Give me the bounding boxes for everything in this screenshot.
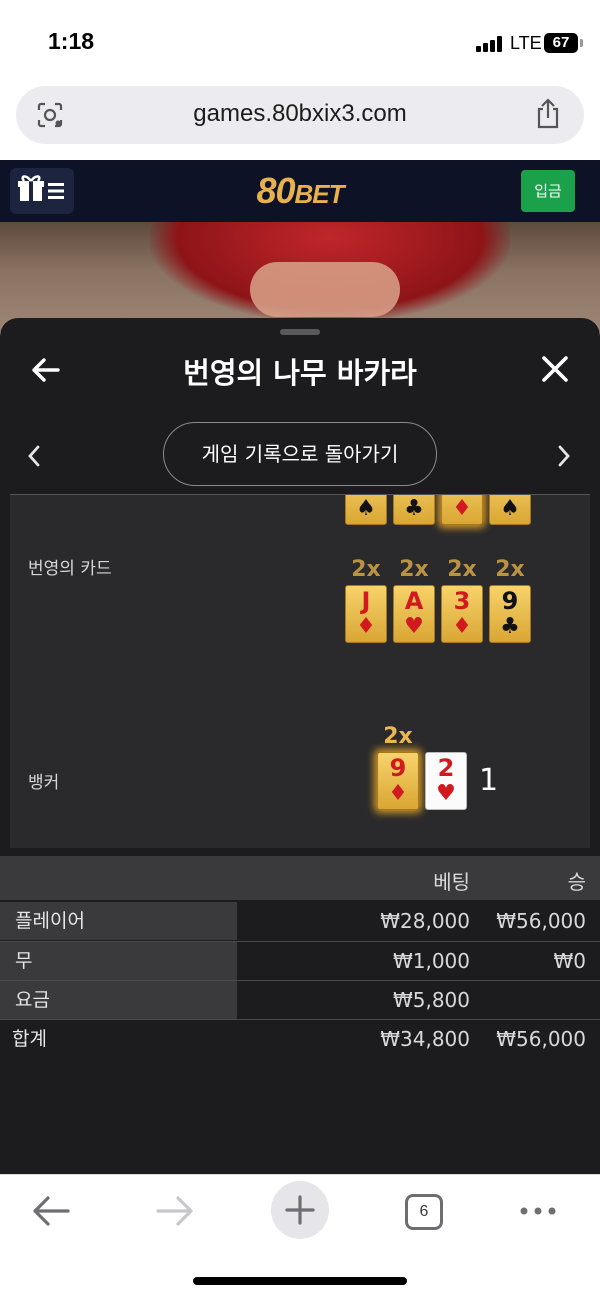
banker-label: 뱅커 — [28, 773, 60, 793]
battery-icon: 67 — [544, 33, 578, 53]
browser-forward-icon[interactable] — [154, 1193, 196, 1229]
card-top-1: ♠ — [345, 495, 387, 525]
logo-number: 80 — [256, 170, 295, 211]
table-row: 무 ₩1,000 ₩0 — [0, 942, 600, 980]
multiplier-label: 2x — [399, 557, 429, 582]
card-top-4: ♠ — [489, 495, 531, 525]
row-bet: ₩5,800 — [392, 988, 470, 1012]
home-indicator[interactable] — [193, 1277, 407, 1285]
table-row: 요금 ₩5,800 — [0, 981, 600, 1019]
total-label: 합계 — [12, 1028, 47, 1050]
total-win: ₩56,000 — [496, 1027, 586, 1051]
new-tab-button[interactable] — [271, 1181, 329, 1239]
table-row: 플레이어 ₩28,000 ₩56,000 — [0, 902, 600, 940]
site-logo[interactable]: 80BET — [0, 170, 600, 212]
results-panel: ♠ ♣ ♦ ♠ 번영의 카드 2x 2x 2x 2x J ♦ A ♥ 3 ♦ 9 ♣ 뱅… — [10, 495, 590, 848]
logo-text: BET — [294, 179, 345, 209]
plus-icon — [285, 1195, 315, 1225]
share-icon[interactable] — [534, 98, 562, 130]
prosperity-card: 3 ♦ — [441, 585, 483, 643]
prosperity-card: A ♥ — [393, 585, 435, 643]
chevron-left-icon[interactable] — [24, 442, 44, 470]
address-bar[interactable]: games.80bxix3.com — [16, 86, 584, 144]
header-bet: 베팅 — [433, 870, 470, 894]
modal-title: 번영의 나무 바카라 — [183, 356, 417, 390]
dealer-hand-image — [250, 262, 400, 317]
row-label: 플레이어 — [0, 902, 237, 940]
signal-icon — [476, 36, 502, 52]
prosperity-card: 9 ♣ — [489, 585, 531, 643]
multiplier-label: 2x — [495, 557, 525, 582]
deposit-button[interactable]: 입금 — [521, 170, 575, 212]
back-to-history-button[interactable]: 게임 기록으로 돌아가기 — [163, 422, 437, 486]
banker-card: 9 ♦ — [377, 752, 419, 810]
sheet-grabber[interactable] — [280, 329, 320, 335]
total-bet: ₩34,800 — [380, 1027, 470, 1051]
network-label: LTE — [510, 33, 542, 53]
status-time: 1:18 — [48, 28, 95, 54]
card-top-2: ♣ — [393, 495, 435, 525]
row-label: 요금 — [0, 981, 237, 1019]
banker-score: 1 — [479, 763, 499, 798]
row-win: ₩56,000 — [496, 909, 586, 933]
status-bar: 1:18 LTE 67 — [0, 0, 600, 80]
url-text[interactable]: games.80bxix3.com — [16, 100, 584, 128]
browser-back-icon[interactable] — [30, 1193, 72, 1229]
site-header: 80BET 입금 — [0, 160, 600, 222]
live-video — [0, 222, 600, 332]
prosperity-card: J ♦ — [345, 585, 387, 643]
row-bet: ₩28,000 — [380, 909, 470, 933]
row-win: ₩0 — [553, 949, 587, 973]
tabs-button[interactable]: 6 — [405, 1194, 443, 1230]
game-history-modal: 번영의 나무 바카라 게임 기록으로 돌아가기 ♠ ♣ ♦ ♠ 번영의 카드 2… — [0, 318, 600, 1174]
chevron-right-icon[interactable] — [554, 442, 574, 470]
banker-card: 2 ♥ — [425, 752, 467, 810]
card-top-3: ♦ — [441, 495, 483, 525]
multiplier-label: 2x — [447, 557, 477, 582]
multiplier-label: 2x — [383, 724, 413, 749]
prosperity-cards-label: 번영의 카드 — [28, 559, 112, 579]
header-win: 승 — [567, 870, 586, 894]
row-bet: ₩1,000 — [392, 949, 470, 973]
row-label: 무 — [0, 942, 237, 980]
multiplier-label: 2x — [351, 557, 381, 582]
more-icon[interactable] — [518, 1205, 558, 1217]
bet-table-header: 베팅 승 — [0, 856, 600, 900]
close-icon[interactable] — [540, 354, 570, 384]
battery-tip — [580, 39, 583, 47]
total-row: 합계 ₩34,800 ₩56,000 — [0, 1020, 600, 1058]
